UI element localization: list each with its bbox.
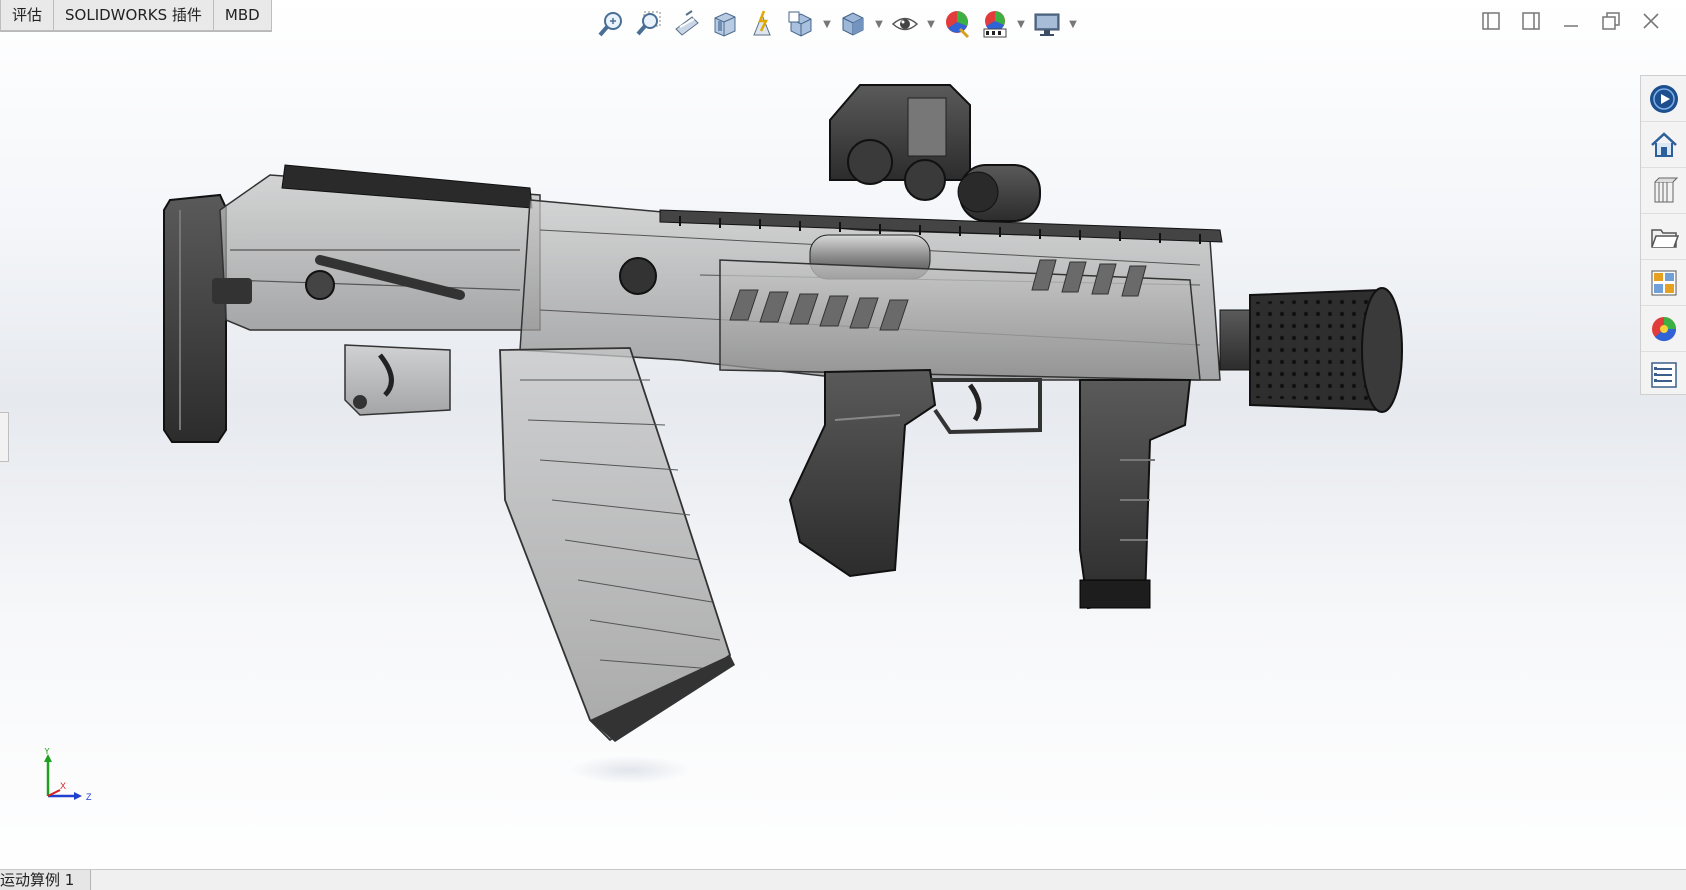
tab-evaluate[interactable]: 评估 xyxy=(0,0,55,31)
triad-z-label: Z xyxy=(86,792,92,802)
hide-show-dropdown-icon[interactable]: ▼ xyxy=(926,7,936,41)
triad-y-label: Y xyxy=(44,748,50,756)
window-controls xyxy=(1478,8,1664,34)
tab-mbd[interactable]: MBD xyxy=(213,0,272,31)
apply-scene-icon[interactable] xyxy=(978,7,1012,41)
restore-icon[interactable] xyxy=(1598,8,1624,34)
axis-triad: Y X Z xyxy=(44,748,92,802)
bottom-tab-bar: 运动算例 1 xyxy=(0,869,1686,890)
display-style-icon[interactable] xyxy=(836,7,870,41)
zoom-to-area-icon[interactable] xyxy=(632,7,666,41)
file-explorer-icon[interactable] xyxy=(1641,214,1686,260)
view-orientation-icon[interactable] xyxy=(784,7,818,41)
tab-solidworks-addins[interactable]: SOLIDWORKS 插件 xyxy=(54,0,214,31)
home-icon[interactable] xyxy=(1641,122,1686,168)
task-pane xyxy=(1640,75,1686,395)
minimize-icon[interactable] xyxy=(1558,8,1584,34)
feature-tree-collapse-handle[interactable] xyxy=(0,412,9,462)
section-view-icon[interactable] xyxy=(708,7,742,41)
design-library-icon[interactable] xyxy=(1641,168,1686,214)
triad-x-label: X xyxy=(60,781,66,791)
tile-left-icon[interactable] xyxy=(1478,8,1504,34)
hide-show-items-icon[interactable] xyxy=(888,7,922,41)
display-style-dropdown-icon[interactable]: ▼ xyxy=(874,7,884,41)
view-orientation-dropdown-icon[interactable]: ▼ xyxy=(822,7,832,41)
heads-up-view-toolbar: ▼ ▼ ▼ ▼ ▼ xyxy=(594,6,1078,42)
motion-study-tab[interactable]: 运动算例 1 xyxy=(0,870,92,890)
edit-appearance-icon[interactable] xyxy=(940,7,974,41)
close-icon[interactable] xyxy=(1638,8,1664,34)
view-settings-dropdown-icon[interactable]: ▼ xyxy=(1068,7,1078,41)
view-palette-icon[interactable] xyxy=(1641,260,1686,306)
tile-right-icon[interactable] xyxy=(1518,8,1544,34)
apply-scene-dropdown-icon[interactable]: ▼ xyxy=(1016,7,1026,41)
command-manager-tabs: 评估 SOLIDWORKS 插件 MBD xyxy=(0,0,272,32)
rifle-3d-model[interactable] xyxy=(160,80,1520,820)
appearances-scenes-icon[interactable] xyxy=(1641,306,1686,352)
dynamic-annotation-icon[interactable] xyxy=(746,7,780,41)
previous-view-icon[interactable] xyxy=(670,7,704,41)
zoom-to-fit-icon[interactable] xyxy=(594,7,628,41)
custom-properties-icon[interactable] xyxy=(1641,352,1686,397)
solidworks-resources-icon[interactable] xyxy=(1641,76,1686,122)
view-settings-icon[interactable] xyxy=(1030,7,1064,41)
